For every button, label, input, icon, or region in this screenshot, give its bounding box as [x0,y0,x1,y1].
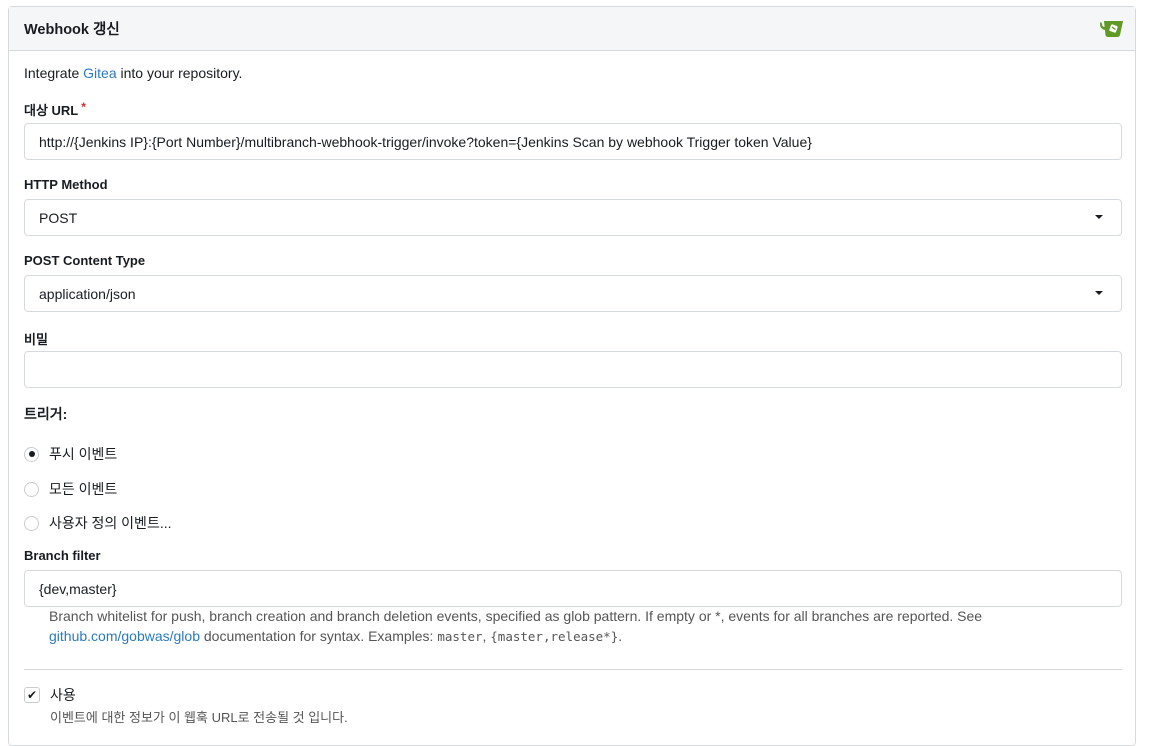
trigger-all-option[interactable]: 모든 이벤트 [24,479,117,499]
panel-header: Webhook 갱신 [9,7,1135,51]
active-description: 이벤트에 대한 정보가 이 웹훅 URL로 전송될 것 입니다. [50,710,348,725]
active-checkbox-row[interactable]: ✔ 사용 이벤트에 대한 정보가 이 웹훅 URL로 전송될 것 입니다. [24,685,348,726]
dropdown-caret-icon [1095,291,1103,295]
page-title: Webhook 갱신 [24,22,120,38]
branch-filter-label: Branch filter [24,548,101,563]
trigger-title: 트리거: [24,406,68,422]
gitea-icon [1100,21,1123,37]
webhook-edit-panel: Webhook 갱신 Integrate Gitea into your rep… [8,6,1136,746]
trigger-custom-option[interactable]: 사용자 정의 이벤트... [24,513,172,533]
glob-docs-link[interactable]: github.com/gobwas/glob [49,628,200,644]
http-method-label: HTTP Method [24,177,108,192]
branch-filter-input[interactable]: {dev,master} [24,570,1122,607]
radio-checked-icon[interactable] [24,446,39,462]
http-method-select[interactable]: POST [24,199,1122,236]
dropdown-caret-icon [1095,215,1103,219]
divider [24,669,1122,670]
gitea-link[interactable]: Gitea [83,65,116,81]
target-url-label: 대상 URL * [24,100,86,118]
secret-label: 비밀 [24,332,48,347]
active-label: 사용 [50,687,76,703]
branch-filter-help: Branch whitelist for push, branch creati… [49,608,983,644]
required-mark: * [81,100,86,114]
radio-icon[interactable] [24,481,39,497]
target-url-input[interactable]: http://{Jenkins IP}:{Port Number}/multib… [24,123,1122,160]
content-type-select[interactable]: application/json [24,275,1122,312]
intro-text: Integrate Gitea into your repository. [24,65,243,81]
secret-input[interactable] [24,351,1122,388]
trigger-push-option[interactable]: 푸시 이벤트 [24,444,117,464]
radio-icon[interactable] [24,515,39,531]
content-type-label: POST Content Type [24,253,146,268]
checkbox-checked-icon[interactable]: ✔ [24,687,40,703]
